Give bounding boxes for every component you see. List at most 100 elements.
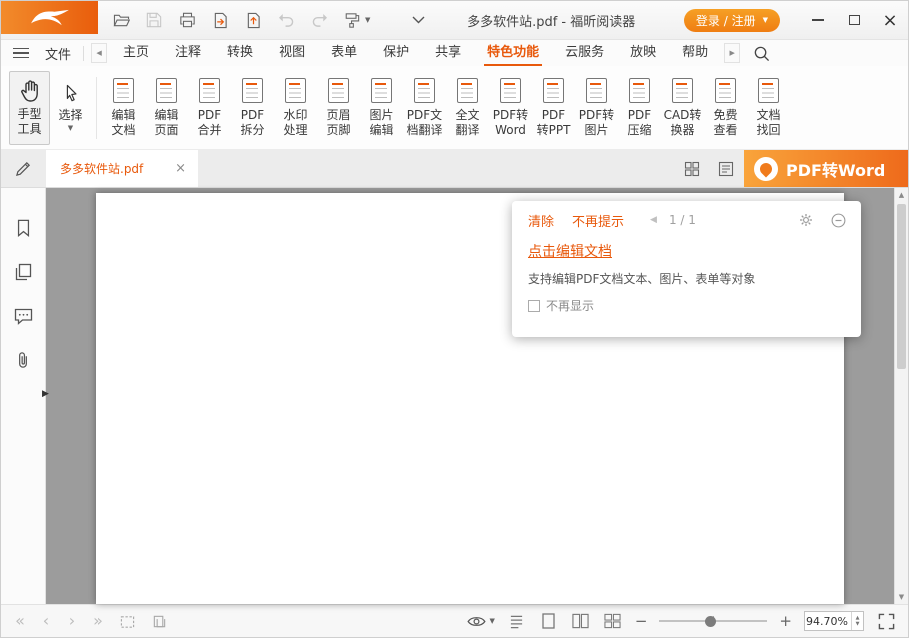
dont-show-checkbox[interactable] <box>528 300 540 312</box>
menu-tab-protect[interactable]: 保护 <box>370 40 422 66</box>
redo-icon[interactable] <box>309 10 329 30</box>
format-brush-button[interactable]: ▼ <box>342 10 370 30</box>
no-remind-link[interactable]: 不再提示 <box>572 211 624 230</box>
import-convert-icon[interactable] <box>243 10 263 30</box>
continuous-view-icon[interactable] <box>507 611 527 631</box>
comments-panel-icon[interactable] <box>13 306 33 326</box>
maximize-button[interactable] <box>836 1 872 39</box>
scroll-down-icon[interactable]: ▼ <box>899 593 904 601</box>
menu-tab-help[interactable]: 帮助 <box>669 40 721 66</box>
hand-tool-button[interactable]: 手型工具 <box>9 71 50 145</box>
menu-tab-cloud-service[interactable]: 云服务 <box>552 40 617 66</box>
menu-tab-play[interactable]: 放映 <box>617 40 669 66</box>
prev-page-button[interactable]: ‹ <box>39 613 53 629</box>
collapse-notice-icon[interactable] <box>830 212 847 229</box>
image-edit-button[interactable]: 图片编辑 <box>360 71 403 145</box>
menu-tabs: 主页注释转换视图表单保护共享特色功能云服务放映帮助 <box>110 40 721 66</box>
menu-tab-form[interactable]: 表单 <box>318 40 370 66</box>
pdf-to-word-button[interactable]: PDF转Word <box>489 71 532 145</box>
banner-label: PDF转Word <box>786 157 885 181</box>
divider <box>83 46 84 61</box>
file-menu[interactable]: 文件 <box>37 44 79 63</box>
minimize-button[interactable] <box>800 1 836 39</box>
pdf-to-ppt-button[interactable]: PDF转PPT <box>532 71 575 145</box>
zoom-in-button[interactable]: + <box>779 614 792 629</box>
single-page-view-icon[interactable] <box>539 611 559 631</box>
edit-document-button[interactable]: 编辑文档 <box>102 71 145 145</box>
sidebar-expand-icon[interactable]: ▶ <box>42 390 49 399</box>
hand-icon <box>19 79 41 107</box>
menu-tab-special-features[interactable]: 特色功能 <box>474 40 552 66</box>
pencil-icon[interactable] <box>14 159 34 179</box>
clear-link[interactable]: 清除 <box>528 211 554 230</box>
pdf-compress-button[interactable]: PDF压缩 <box>618 71 661 145</box>
document-tab[interactable]: 多多软件站.pdf × <box>46 150 198 187</box>
divider <box>96 77 97 139</box>
scrollbar-thumb[interactable] <box>897 204 906 369</box>
zoom-out-button[interactable]: − <box>635 614 648 629</box>
chevron-down-icon: ▼ <box>365 17 370 24</box>
vertical-scrollbar[interactable]: ▲ ▼ <box>894 188 908 604</box>
next-page-button[interactable]: › <box>65 613 79 629</box>
menu-tab-home[interactable]: 主页 <box>110 40 162 66</box>
doc-recover-button[interactable]: 文档找回 <box>747 71 790 145</box>
collapse-toolbar-icon[interactable] <box>408 10 428 30</box>
scroll-up-icon[interactable]: ▲ <box>899 191 904 199</box>
edit-pages-button[interactable]: 编辑页面 <box>145 71 188 145</box>
header-footer-button[interactable]: 页眉页脚 <box>317 71 360 145</box>
fullscreen-icon[interactable] <box>876 611 896 631</box>
window-controls: × <box>800 1 908 39</box>
zoom-slider-handle[interactable] <box>705 616 716 627</box>
menu-tab-comment[interactable]: 注释 <box>162 40 214 66</box>
settings-gear-icon[interactable] <box>798 212 814 228</box>
last-page-button[interactable]: » <box>91 613 105 629</box>
export-convert-icon[interactable] <box>210 10 230 30</box>
tabs-scroll-right-icon[interactable]: ▶ <box>724 43 740 63</box>
dont-show-label: 不再显示 <box>546 297 594 314</box>
reading-mode-icon[interactable] <box>716 159 736 179</box>
zoom-slider[interactable] <box>659 614 767 628</box>
multi-page-view-icon[interactable] <box>603 611 623 631</box>
pdf-to-image-button[interactable]: PDF转图片 <box>575 71 618 145</box>
select-tool-button[interactable]: 选择 ▼ <box>50 71 91 145</box>
zoom-spin-down-icon[interactable]: ▼ <box>856 621 860 628</box>
attachments-panel-icon[interactable] <box>13 350 33 370</box>
bookmarks-panel-icon[interactable] <box>13 218 33 238</box>
close-button[interactable]: × <box>872 1 908 39</box>
foxit-logo <box>1 1 98 34</box>
watermark-button[interactable]: 水印处理 <box>274 71 317 145</box>
undo-icon[interactable] <box>276 10 296 30</box>
navigation-sidebar <box>1 188 46 604</box>
facing-view-icon[interactable] <box>571 611 591 631</box>
menu-tab-convert[interactable]: 转换 <box>214 40 266 66</box>
menu-toggle-icon[interactable] <box>13 48 29 59</box>
cad-converter-button[interactable]: CAD转换器 <box>661 71 704 145</box>
clipboard-icon[interactable] <box>149 611 169 631</box>
edit-document-link[interactable]: 点击编辑文档 <box>528 241 612 261</box>
tabs-scroll-left-icon[interactable]: ◀ <box>91 43 107 63</box>
view-mode-button[interactable]: ▼ <box>466 611 494 631</box>
menu-tab-share[interactable]: 共享 <box>422 40 474 66</box>
search-icon[interactable] <box>751 43 771 63</box>
doc-recover-icon <box>758 78 779 103</box>
foxit-bird-icon <box>27 9 73 27</box>
snapshot-icon[interactable] <box>117 611 137 631</box>
menu-tab-view[interactable]: 视图 <box>266 40 318 66</box>
pdf-merge-button[interactable]: PDF合并 <box>188 71 231 145</box>
pdf-doc-translate-button[interactable]: PDF文档翻译 <box>403 71 446 145</box>
print-icon[interactable] <box>177 10 197 30</box>
pdf-split-icon <box>242 78 263 103</box>
free-view-button[interactable]: 免费查看 <box>704 71 747 145</box>
zoom-input[interactable]: 94.70% ▲ ▼ <box>804 611 864 631</box>
pdf-split-button[interactable]: PDF拆分 <box>231 71 274 145</box>
thumbnail-grid-icon[interactable] <box>682 159 702 179</box>
full-text-translate-button[interactable]: 全文翻译 <box>446 71 489 145</box>
login-button[interactable]: 登录 / 注册 ▼ <box>684 9 780 32</box>
tab-close-icon[interactable]: × <box>173 161 188 176</box>
save-icon[interactable] <box>144 10 164 30</box>
first-page-button[interactable]: « <box>13 613 27 629</box>
pages-panel-icon[interactable] <box>13 262 33 282</box>
open-file-icon[interactable] <box>111 10 131 30</box>
pdf-to-word-banner[interactable]: PDF转Word <box>744 150 908 187</box>
prev-notice-icon[interactable]: ◀ <box>650 215 657 225</box>
